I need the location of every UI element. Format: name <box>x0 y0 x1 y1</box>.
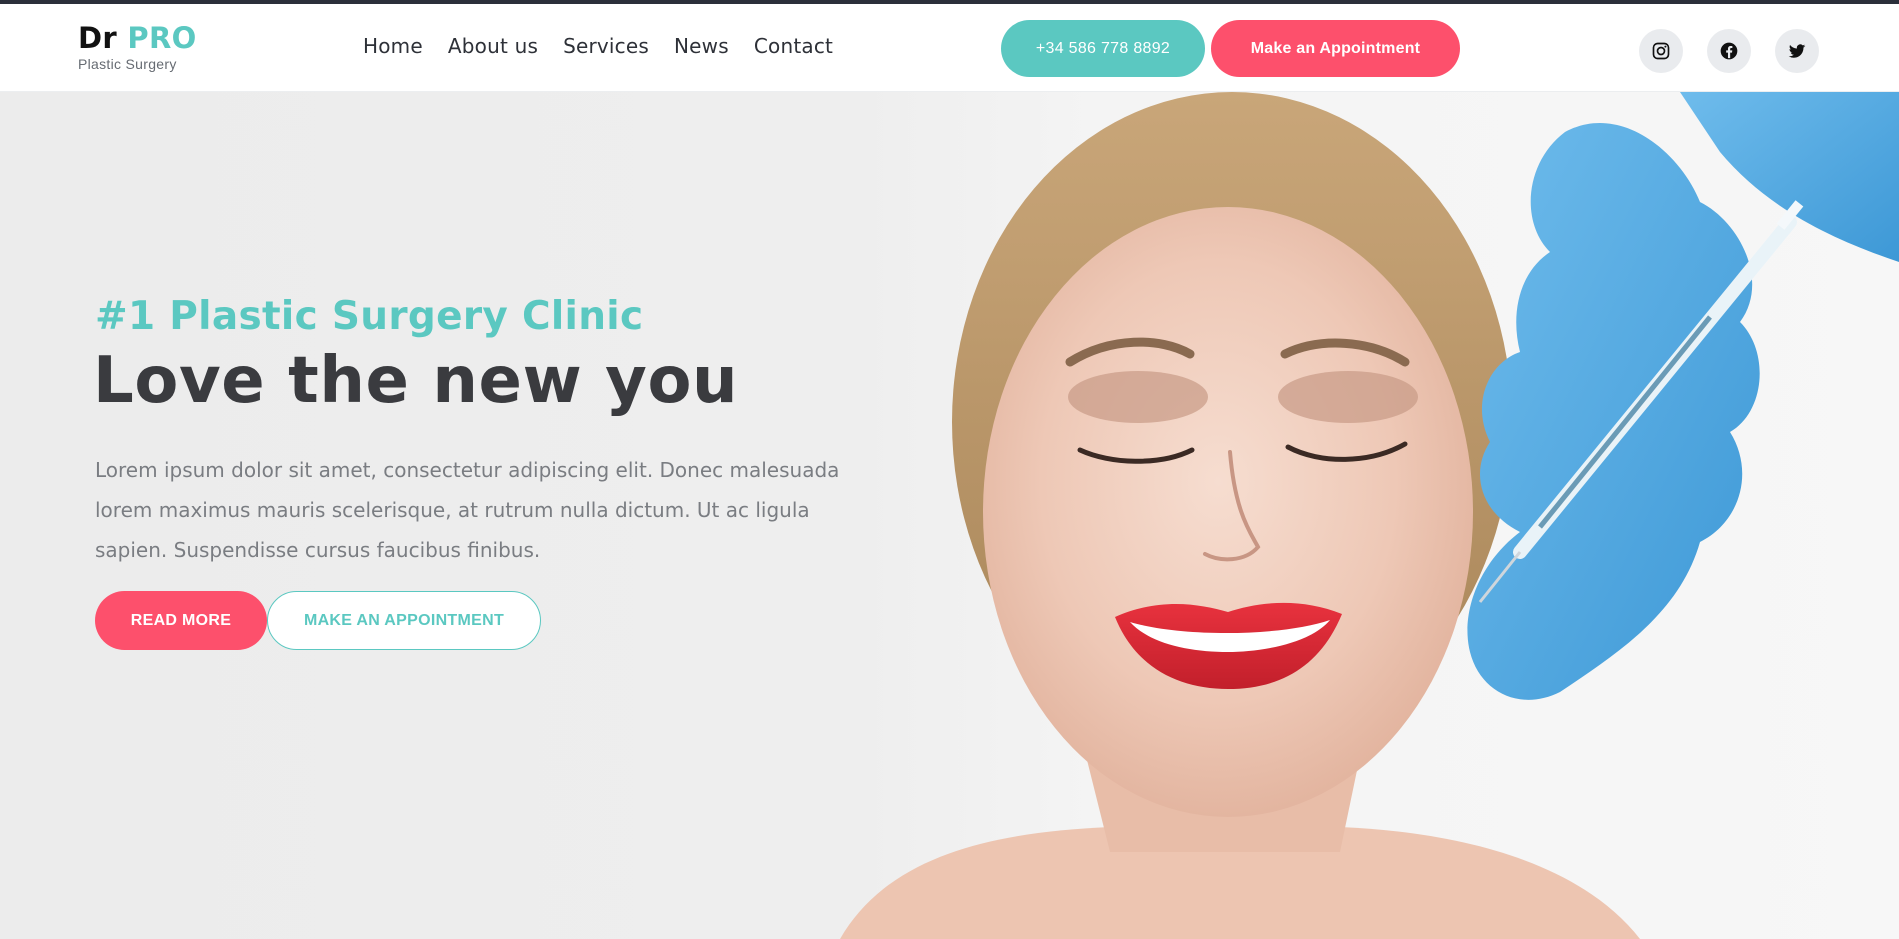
twitter-icon <box>1788 44 1806 58</box>
nav-news[interactable]: News <box>674 34 729 58</box>
hero-headline: Love the new you <box>93 344 739 418</box>
facebook-icon <box>1720 42 1738 60</box>
logo-pro: PRO <box>127 21 197 55</box>
phone-button[interactable]: +34 586 778 8892 <box>1001 20 1205 77</box>
nav-home[interactable]: Home <box>363 34 423 58</box>
instagram-button[interactable] <box>1639 29 1683 73</box>
make-appointment-header-button[interactable]: Make an Appointment <box>1211 20 1460 77</box>
twitter-button[interactable] <box>1775 29 1819 73</box>
logo-wordmark: Dr PRO <box>78 20 197 56</box>
facebook-button[interactable] <box>1707 29 1751 73</box>
hero-body-text: Lorem ipsum dolor sit amet, consectetur … <box>95 458 840 562</box>
logo-dr: Dr <box>78 21 117 55</box>
instagram-icon <box>1652 42 1670 60</box>
make-appointment-hero-button[interactable]: MAKE AN APPOINTMENT <box>267 591 541 650</box>
logo-tagline: Plastic Surgery <box>78 56 177 72</box>
logo[interactable]: Dr PRO Plastic Surgery <box>78 20 197 72</box>
hero-portrait-image <box>840 92 1899 939</box>
nav-services[interactable]: Services <box>563 34 649 58</box>
hero-section: #1 Plastic Surgery Clinic Love the new y… <box>0 92 1899 939</box>
read-more-button[interactable]: READ MORE <box>95 591 267 650</box>
nav-about-us[interactable]: About us <box>448 34 538 58</box>
hero-eyebrow: #1 Plastic Surgery Clinic <box>95 294 644 339</box>
nav-contact[interactable]: Contact <box>754 34 833 58</box>
main-nav: Home About us Services News Contact <box>363 34 833 58</box>
site-header: Dr PRO Plastic Surgery Home About us Ser… <box>0 4 1899 92</box>
